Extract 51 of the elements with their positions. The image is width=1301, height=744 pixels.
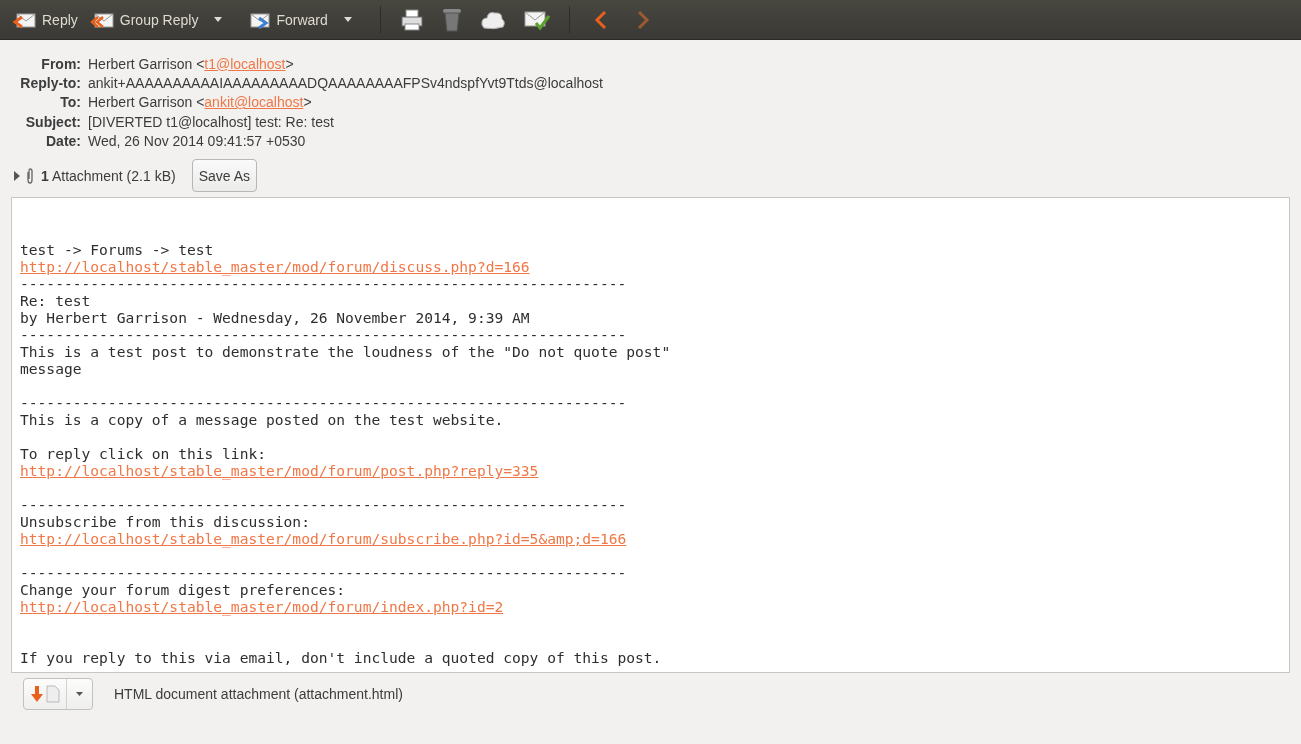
email-link[interactable]: ankit@localhost <box>204 94 304 111</box>
body-text: --------------------------------------------------------------------- <box>20 394 628 412</box>
body-text: To reply click on this link: <box>20 445 267 463</box>
group-reply-button[interactable]: Group Reply <box>85 9 203 30</box>
previous-icon[interactable] <box>593 9 608 30</box>
paperclip-icon <box>25 168 35 184</box>
body-text: test -> Forums -> test <box>20 241 215 259</box>
header-label: Date: <box>45 132 81 149</box>
attachment-name: HTML document attachment (attachment.html) <box>114 686 403 703</box>
header-value: ankit+AAAAAAAAAAIAAAAAAAAADQAAAAAAAAFPSv4ndspfYvt9Ttds@localhost <box>88 74 603 91</box>
header-value: Herbert Garrison < <box>88 55 205 72</box>
body-text: Unsubscribe from this discussion: <box>20 513 311 531</box>
body-text: message <box>20 360 83 378</box>
body-text: --------------------------------------------------------------------- <box>20 496 628 514</box>
attachment-save-button[interactable] <box>23 678 93 711</box>
header-value: Herbert Garrison < <box>88 94 205 111</box>
body-text: Re: test <box>20 292 92 310</box>
url-link[interactable]: http://localhost/stable_master/mod/forum/subscribe.php?id=5&amp;d=166 <box>20 530 627 548</box>
body-text: If you reply to this via email, don't include a quoted copy of this post. <box>20 649 663 667</box>
reply-button[interactable]: Reply <box>8 9 82 30</box>
header-label: Subject: <box>24 113 81 130</box>
printer-icon[interactable] <box>399 8 424 31</box>
url-link[interactable]: http://localhost/stable_master/mod/forum/post.php?reply=335 <box>20 462 539 480</box>
header-label: To: <box>59 94 81 111</box>
body-text: Change your forum digest preferences: <box>20 581 347 599</box>
header-label: From: <box>40 55 81 72</box>
body-text: --------------------------------------------------------------------- <box>20 326 628 344</box>
header-value: Wed, 26 Nov 2014 09:41:57 +0530 <box>88 132 306 149</box>
envelope-check-icon[interactable] <box>523 8 550 31</box>
header-value: > <box>303 94 312 111</box>
expand-icon[interactable] <box>13 171 21 181</box>
forward-button[interactable]: Forward <box>242 9 332 30</box>
trash-icon[interactable] <box>441 7 462 32</box>
caret-icon[interactable] <box>343 17 352 22</box>
attachment-summary: 1 Attachment (2.1 kB) <box>41 168 176 184</box>
body-text: --------------------------------------------------------------------- <box>20 275 628 293</box>
caret-icon[interactable] <box>76 692 83 697</box>
body-text: --------------------------------------------------------------------- <box>20 564 628 582</box>
email-link[interactable]: t1@localhost <box>204 55 286 72</box>
header-label: Reply-to: <box>19 74 81 91</box>
header-value: [DIVERTED t1@localhost] test: Re: test <box>88 113 334 130</box>
body-text: This is a test post to demonstrate the loudness of the "Do not quote post" <box>20 343 672 361</box>
download-arrow-icon <box>30 685 44 704</box>
url-link[interactable]: http://localhost/stable_master/mod/forum/discuss.php?d=166 <box>20 258 530 276</box>
save-as-button[interactable]: Save As <box>191 159 257 193</box>
header-value: > <box>285 55 294 72</box>
body-text: This is a copy of a message posted on the test website. <box>20 411 505 429</box>
html-file-icon <box>46 685 60 704</box>
url-link[interactable]: http://localhost/stable_master/mod/forum/index.php?id=2 <box>20 598 504 616</box>
caret-icon[interactable] <box>214 17 223 22</box>
body-text: by Herbert Garrison - Wednesday, 26 November 2014, 9:39 AM <box>20 309 531 327</box>
